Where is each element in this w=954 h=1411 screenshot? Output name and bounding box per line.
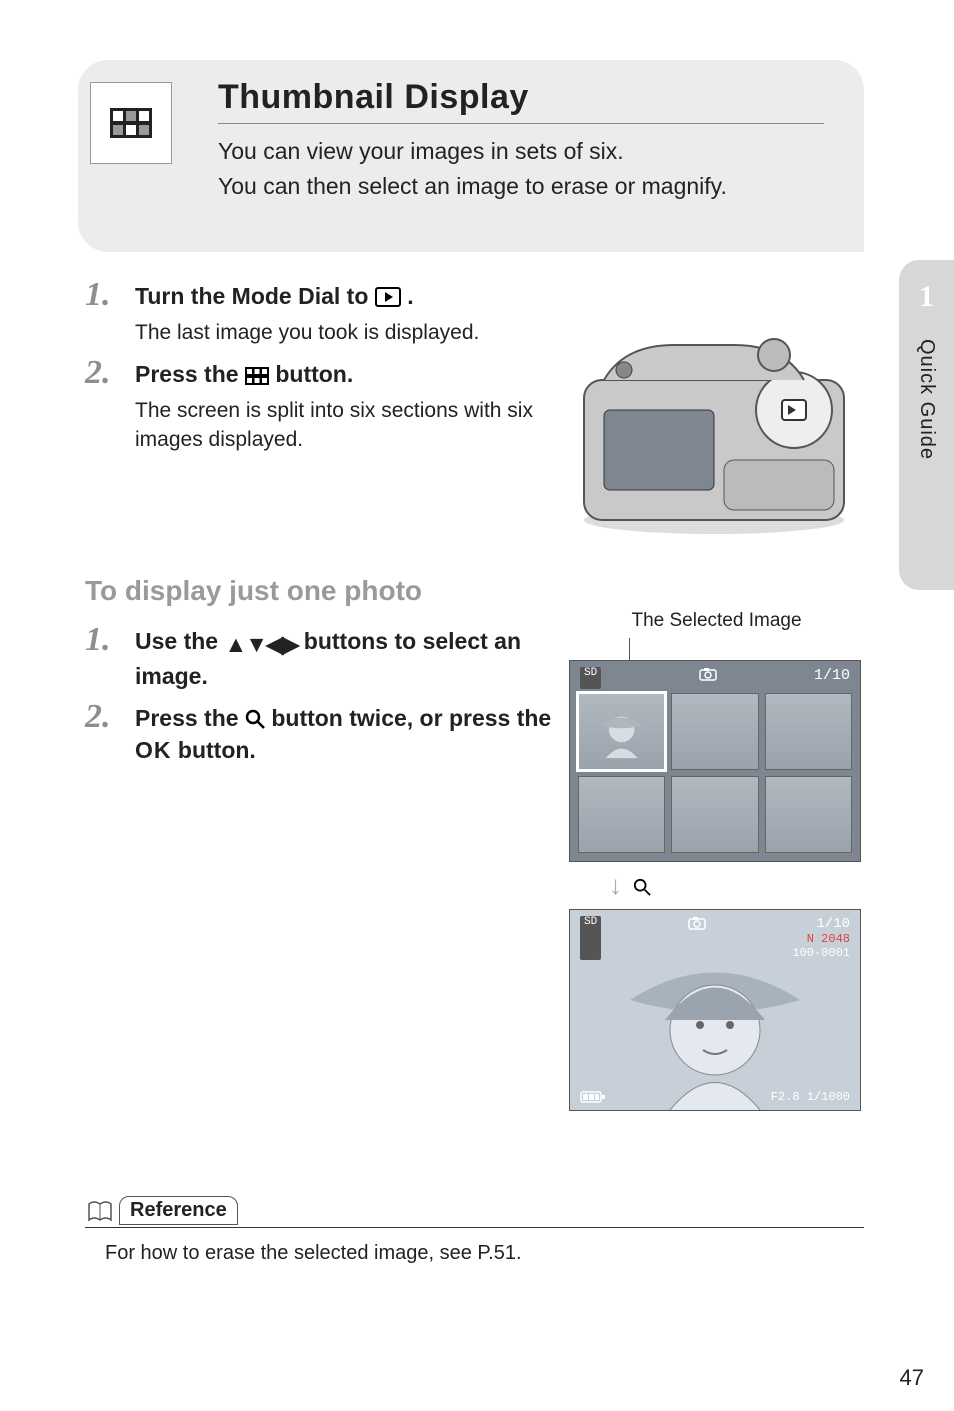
page-number: 47 [900, 1365, 924, 1391]
camera-mode-icon [688, 916, 706, 960]
dpad-icon: ▲▼◀▶ [224, 628, 297, 660]
step-number: 1. [85, 276, 111, 314]
thumbnail-grid-screen: SD 1/10 [569, 660, 861, 862]
thumb-cell [765, 693, 852, 770]
flow-arrow: ↓ [569, 870, 864, 901]
main-content: 1. Turn the Mode Dial to . The last imag… [85, 280, 864, 766]
screen-previews: The Selected Image SD 1/10 [569, 610, 864, 1111]
side-chapter-tab: 1 Quick Guide [899, 260, 954, 590]
chapter-number: 1 [899, 280, 954, 314]
thumb-cell [671, 693, 758, 770]
playback-icon [375, 287, 401, 307]
hero-title: Thumbnail Display [218, 78, 824, 124]
reference-label: Reference [119, 1196, 238, 1225]
camera-illustration [564, 320, 864, 540]
camera-mode-icon [699, 667, 717, 689]
chapter-label: Quick Guide [915, 339, 938, 460]
battery-icon [580, 1090, 606, 1104]
down-arrow-icon: ↓ [609, 870, 622, 900]
step-title: Use the ▲▼◀▶ buttons to select an image. [135, 625, 555, 692]
thumb-cell [671, 776, 758, 853]
sd-badge: SD [580, 667, 601, 689]
image-counter: 1/10 [792, 916, 850, 932]
step-desc: The screen is split into six sections wi… [135, 396, 565, 455]
thumbnail-button-icon [245, 367, 269, 385]
step-number: 2. [85, 354, 111, 392]
step-number: 1. [85, 621, 111, 659]
thumb-cell [765, 776, 852, 853]
callout-line [629, 638, 630, 660]
subheading: To display just one photo [85, 575, 864, 607]
exposure-info: F2.8 1/1000 [771, 1090, 850, 1104]
book-icon [85, 1198, 115, 1224]
image-size: N 2048 [792, 932, 850, 946]
sd-badge: SD [580, 916, 601, 960]
ok-button-label: OK [135, 737, 172, 763]
hero-line-2: You can then select an image to erase or… [218, 171, 824, 202]
step-desc: The last image you took is displayed. [135, 318, 565, 347]
magnify-small-icon [633, 874, 651, 899]
single-image-screen: SD 1/10 N 2048 100-0001 F2.8 1/1000 [569, 909, 861, 1111]
step-title: Press the button twice, or press the OK … [135, 702, 565, 766]
image-counter: 1/10 [814, 667, 850, 689]
selected-image-label: The Selected Image [569, 610, 864, 632]
hero-panel: Thumbnail Display You can view your imag… [78, 60, 864, 252]
thumb-cell [578, 776, 665, 853]
file-number: 100-0001 [792, 946, 850, 960]
reference-section: Reference For how to erase the selected … [85, 1196, 864, 1265]
magnify-icon [245, 709, 265, 729]
hero-line-1: You can view your images in sets of six. [218, 136, 824, 167]
thumbnail-icon [90, 82, 172, 164]
thumb-cell-selected [578, 693, 665, 770]
reference-text: For how to erase the selected image, see… [105, 1242, 864, 1265]
step-title: Turn the Mode Dial to . [135, 280, 864, 312]
step-number: 2. [85, 698, 111, 736]
